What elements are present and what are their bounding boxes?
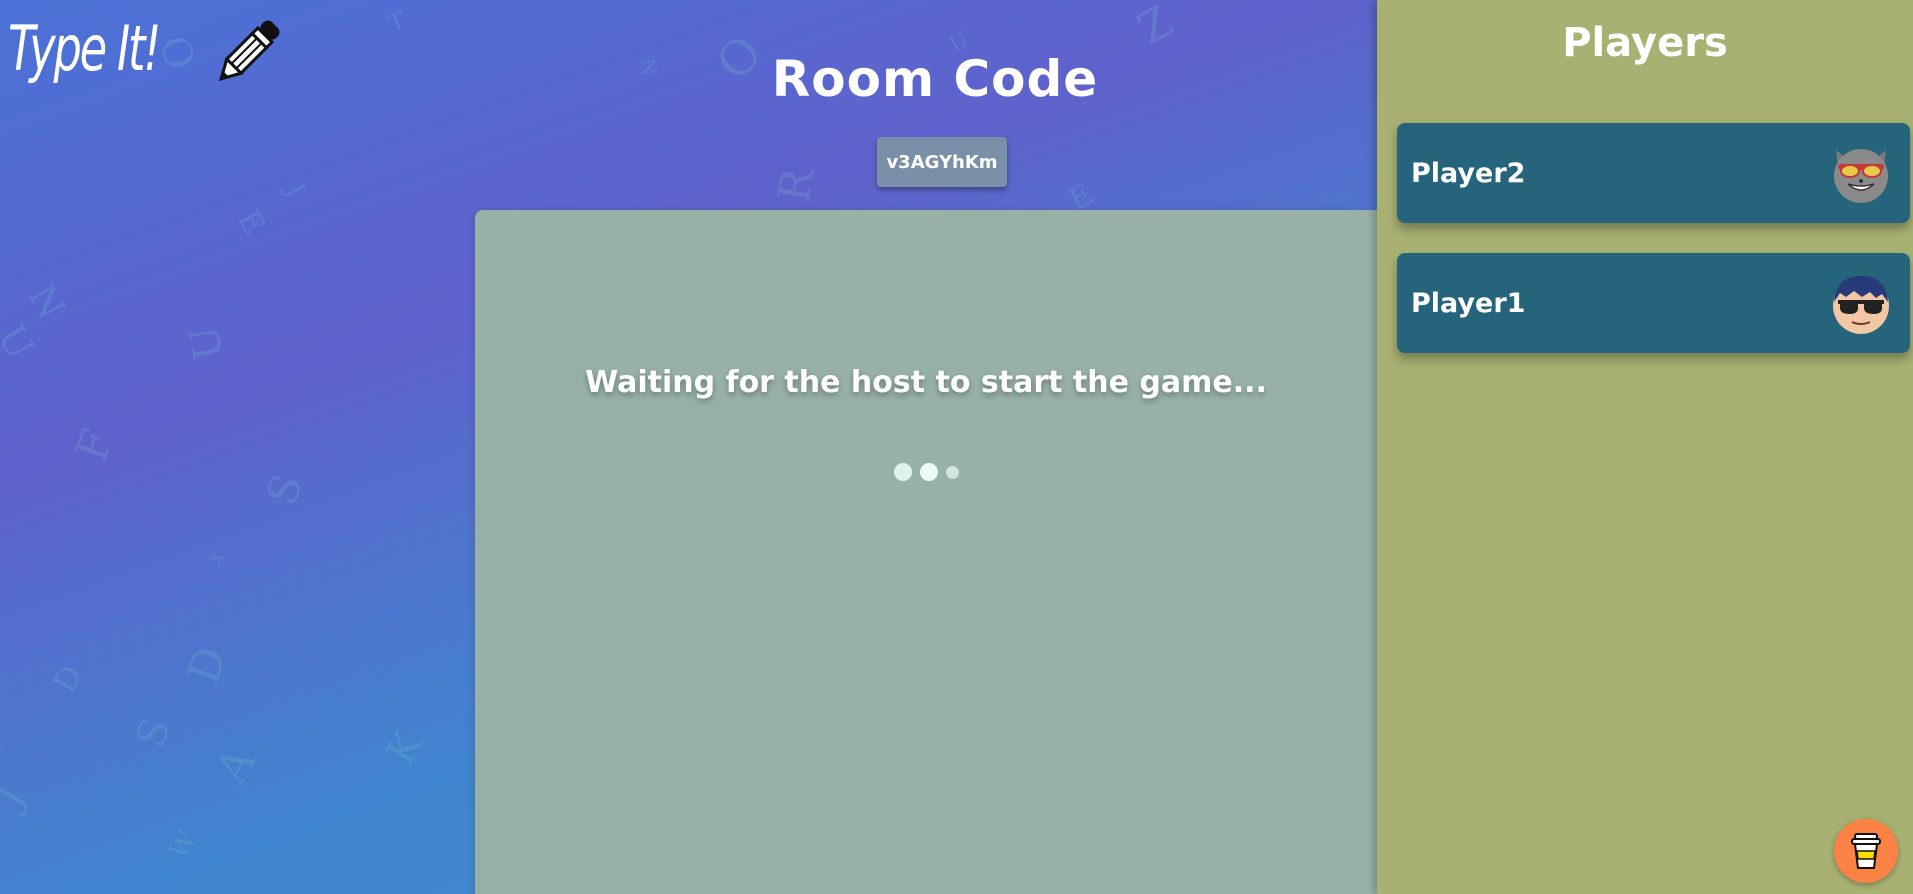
boy-sunglasses-avatar	[1833, 276, 1889, 334]
coffee-button[interactable]	[1834, 819, 1898, 883]
loading-dot	[894, 463, 912, 481]
players-title: Players	[1562, 20, 1728, 66]
player-card[interactable]: Player1	[1397, 253, 1910, 353]
player-name: Player1	[1411, 287, 1526, 319]
player-name: Player2	[1411, 157, 1526, 189]
room-code-button[interactable]: v3AGYhKm	[877, 137, 1007, 187]
player-card[interactable]: Player2	[1397, 123, 1910, 223]
coffee-cup-icon	[1851, 833, 1881, 869]
loading-indicator	[894, 463, 959, 481]
players-sidebar: Players Player2 Player1	[1377, 0, 1913, 894]
loading-dot	[946, 465, 959, 479]
waiting-panel: Waiting for the host to start the game..…	[475, 210, 1377, 894]
cat-sunglasses-avatar	[1834, 149, 1888, 203]
waiting-message: Waiting for the host to start the game..…	[585, 365, 1267, 400]
loading-dot	[920, 463, 938, 481]
